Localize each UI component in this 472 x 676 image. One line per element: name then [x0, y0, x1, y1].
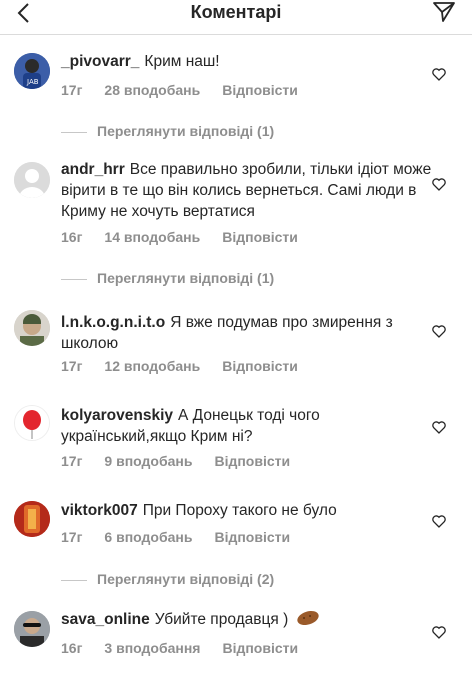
comment-text: andr_hrr Все правильно зробили, тільки ід…: [61, 159, 432, 222]
potato-emoji-icon: [296, 610, 319, 626]
replies-divider: [61, 278, 87, 280]
replies-divider: [61, 579, 87, 581]
comment-time: 17г: [61, 82, 83, 98]
comment-text: kolyarovenskiy А Донецьк тоді чого україн…: [61, 405, 432, 447]
reply-button[interactable]: Відповісти: [222, 640, 298, 656]
comment-text: _pivovarr_ Крим наш!: [61, 51, 432, 72]
comment-body: Убийте продавця ): [154, 611, 289, 628]
direct-send-icon[interactable]: [432, 0, 456, 24]
comment-text: viktork007 При Пороху такого не було: [61, 500, 432, 521]
heart-icon[interactable]: [432, 515, 446, 528]
avatar[interactable]: [14, 162, 50, 198]
comment-text: l.n.k.o.g.n.i.t.o Я вже подумав про змире…: [61, 312, 432, 354]
comment-username[interactable]: l.n.k.o.g.n.i.t.o: [61, 314, 165, 331]
comment-username[interactable]: viktork007: [61, 502, 138, 519]
view-replies-button[interactable]: Переглянути відповіді (1): [61, 123, 274, 139]
reply-button[interactable]: Відповісти: [214, 453, 290, 469]
avatar[interactable]: [14, 310, 50, 346]
reply-button[interactable]: Відповісти: [222, 229, 298, 245]
reply-button[interactable]: Відповісти: [222, 82, 298, 98]
view-replies-button[interactable]: Переглянути відповіді (2): [61, 571, 274, 587]
avatar[interactable]: JAB: [14, 53, 50, 89]
comment-likes[interactable]: 9 вподобань: [104, 453, 192, 469]
comment-username[interactable]: sava_online: [61, 611, 150, 628]
comment-body: При Пороху такого не було: [142, 502, 337, 519]
comment-meta: 17г 9 вподобань Відповісти: [61, 453, 312, 469]
heart-icon[interactable]: [432, 626, 446, 639]
reply-button[interactable]: Відповісти: [214, 529, 290, 545]
heart-icon[interactable]: [432, 421, 446, 434]
comment-username[interactable]: andr_hrr: [61, 161, 125, 178]
page-title: Коментарі: [190, 2, 282, 22]
comment-likes[interactable]: 12 вподобань: [104, 358, 200, 374]
heart-icon[interactable]: [432, 325, 446, 338]
comment-body: Крим наш!: [144, 53, 220, 70]
header-bar: Коментарі: [0, 0, 472, 35]
comment-username[interactable]: kolyarovenskiy: [61, 407, 173, 424]
svg-text:JAB: JAB: [26, 78, 39, 86]
heart-icon[interactable]: [432, 178, 446, 191]
comment-time: 17г: [61, 529, 83, 545]
reply-button[interactable]: Відповісти: [222, 358, 298, 374]
heart-icon[interactable]: [432, 68, 446, 81]
comment-time: 17г: [61, 453, 83, 469]
comment-likes[interactable]: 6 вподобань: [104, 529, 192, 545]
comment-time: 17г: [61, 358, 83, 374]
comment-meta: 17г 28 вподобань Відповісти: [61, 82, 320, 98]
avatar[interactable]: [14, 405, 50, 441]
avatar[interactable]: [14, 501, 50, 537]
comment-time: 16г: [61, 640, 83, 656]
comment-likes[interactable]: 3 вподобання: [104, 640, 200, 656]
comment-meta: 16г 3 вподобання Відповісти: [61, 640, 320, 656]
replies-divider: [61, 131, 87, 133]
view-replies-button[interactable]: Переглянути відповіді (1): [61, 270, 274, 286]
comment-meta: 17г 6 вподобань Відповісти: [61, 529, 312, 545]
comment-likes[interactable]: 28 вподобань: [104, 82, 200, 98]
comment-meta: 17г 12 вподобань Відповісти: [61, 358, 320, 374]
comment-meta: 16г 14 вподобань Відповісти: [61, 229, 320, 245]
avatar[interactable]: [14, 611, 50, 647]
comment-time: 16г: [61, 229, 83, 245]
comment-text: sava_online Убийте продавця ): [61, 609, 432, 630]
comment-likes[interactable]: 14 вподобань: [104, 229, 200, 245]
comment-username[interactable]: _pivovarr_: [61, 53, 139, 70]
